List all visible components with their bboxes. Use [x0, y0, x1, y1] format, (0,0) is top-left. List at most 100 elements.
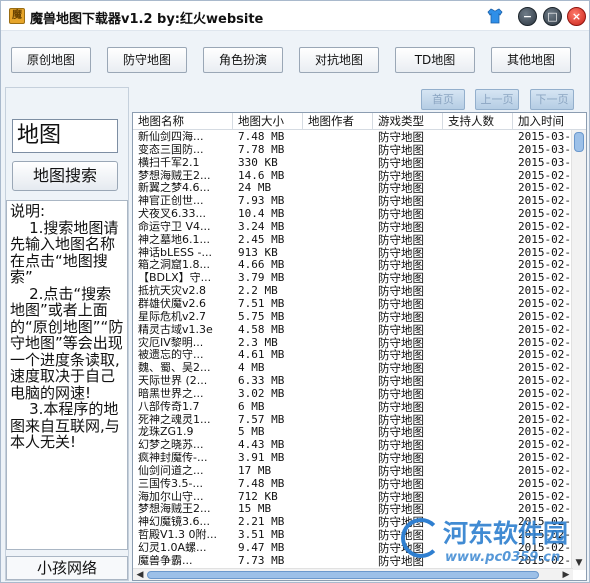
table-row[interactable]: 疯神封魔传-... 3.91 MB 防守地图 2015-02-2: [133, 452, 578, 465]
map-list[interactable]: 地图名称 地图大小 地图作者 游戏类型 支持人数 加入时间 新仙剑四海... 7.…: [132, 112, 587, 581]
cell-players: [443, 221, 513, 234]
table-row[interactable]: 幻梦之晓苏... 4.43 MB 防守地图 2015-02-2: [133, 439, 578, 452]
td-maps-button[interactable]: TD地图: [395, 47, 475, 73]
table-row[interactable]: 魏、蜀、吴2... 4 MB 防守地图 2015-02-2: [133, 362, 578, 375]
cell-map-size: 15 MB: [238, 503, 272, 516]
cell-map-name: 群雄伏魔v2.6: [138, 297, 207, 310]
table-row[interactable]: 仙剑问道之... 17 MB 防守地图 2015-02-2: [133, 464, 578, 478]
table-row[interactable]: 精灵古域v1.3e 4.58 MB 防守地图 2015-02-2: [133, 324, 578, 337]
cell-date-added: 2015-02-2: [518, 246, 578, 259]
table-row[interactable]: 龙珠ZG1.9 5 MB 防守地图 2015-02-2: [133, 426, 578, 439]
table-row[interactable]: 神官正创世... 7.93 MB 防守地图 2015-02-2: [133, 195, 578, 209]
cell-game-type: 防守地图: [378, 285, 424, 298]
original-maps-button[interactable]: 原创地图: [11, 47, 91, 73]
cell-map-size: 3.79 MB: [238, 272, 285, 285]
scroll-left-icon[interactable]: ◀: [135, 570, 145, 580]
cell-players: [443, 324, 513, 337]
table-row[interactable]: 横扫千军2.1 330 KB 防守地图 2015-03-0: [133, 157, 578, 170]
table-row[interactable]: 梦想海贼王2... 14.6 MB 防守地图 2015-02-2: [133, 170, 578, 183]
cell-map-author: [303, 247, 373, 260]
cell-map-size: 4.66 MB: [238, 259, 285, 272]
cell-map-author: [303, 311, 373, 324]
other-maps-button[interactable]: 其他地图: [491, 47, 571, 73]
app-icon: 魔: [9, 8, 25, 24]
maximize-icon[interactable]: □: [543, 7, 562, 26]
table-row[interactable]: 群雄伏魔v2.6 7.51 MB 防守地图 2015-02-2: [133, 297, 578, 311]
close-icon[interactable]: ×: [567, 7, 586, 26]
cell-map-author: [303, 465, 373, 478]
left-panel: 地图 地图搜索 说明: 1.搜索地图请先输入地图名称在点击“地图搜索” 2.点击…: [5, 87, 129, 581]
table-row[interactable]: 【BDLX】守... 3.79 MB 防守地图 2015-02-2: [133, 272, 578, 286]
vertical-scrollbar[interactable]: ▼: [571, 130, 586, 570]
column-header-players[interactable]: 支持人数: [443, 113, 513, 130]
cell-map-author: [303, 426, 373, 439]
search-input[interactable]: 地图: [12, 119, 118, 153]
column-header-name[interactable]: 地图名称: [133, 113, 233, 130]
table-row[interactable]: 星际危机v2.7 5.75 MB 防守地图 2015-02-2: [133, 310, 578, 324]
cell-map-size: 4.61 MB: [238, 349, 285, 362]
map-search-button[interactable]: 地图搜索: [12, 161, 118, 191]
cell-date-added: 2015-02-2: [518, 182, 578, 195]
cell-players: [443, 401, 513, 414]
cell-map-size: 7.51 MB: [238, 297, 285, 310]
table-row[interactable]: 新翼之梦4.6... 24 MB 防守地图 2015-02-2: [133, 182, 578, 195]
table-row[interactable]: 被遗忘的守... 4.61 MB 防守地图 2015-02-2: [133, 349, 578, 362]
table-row[interactable]: 犬夜叉6.33... 10.4 MB 防守地图 2015-02-2: [133, 208, 578, 221]
cell-game-type: 防守地图: [378, 195, 424, 209]
title-bar[interactable]: 魔 魔兽地图下载器v1.2 by:红火website − □ ×: [1, 1, 589, 31]
cell-players: [443, 195, 513, 208]
cell-map-size: 6 MB: [238, 400, 265, 413]
cell-map-author: [303, 491, 373, 504]
cell-map-size: 9.47 MB: [238, 542, 285, 554]
table-row[interactable]: 神话bLESS -... 913 KB 防守地图 2015-02-2: [133, 246, 578, 260]
cell-map-name: 箱之洞窟1.8...: [138, 259, 210, 272]
cell-map-size: 3.24 MB: [238, 220, 285, 233]
table-row[interactable]: 命运守卫 V4... 3.24 MB 防守地图 2015-02-2: [133, 220, 578, 234]
table-row[interactable]: 海加尔山守... 712 KB 防守地图 2015-02-2: [133, 491, 578, 504]
cell-map-author: [303, 349, 373, 362]
cell-map-author: [303, 478, 373, 491]
table-row[interactable]: 八部传奇1.7 6 MB 防守地图 2015-02-2: [133, 400, 578, 414]
table-row[interactable]: 变态三国防... 7.78 MB 防守地图 2015-03-0: [133, 144, 578, 157]
table-row[interactable]: 新仙剑四海... 7.48 MB 防守地图 2015-03-0: [133, 131, 578, 144]
table-row[interactable]: 死神之魂灵1... 7.57 MB 防守地图 2015-02-2: [133, 414, 578, 427]
table-row[interactable]: 灾厄IV黎明... 2.3 MB 防守地图 2015-02-2: [133, 337, 578, 350]
rpg-maps-button[interactable]: 角色扮演: [203, 47, 283, 73]
skin-icon[interactable]: [486, 7, 504, 25]
cell-map-size: 5 MB: [238, 426, 265, 439]
cell-map-name: 仙剑问道之...: [138, 464, 204, 477]
cell-map-size: 7.48 MB: [238, 477, 285, 490]
cell-date-added: 2015-02-2: [518, 477, 578, 490]
column-header-author[interactable]: 地图作者: [303, 113, 373, 130]
versus-maps-button[interactable]: 对抗地图: [299, 47, 379, 73]
cell-map-author: [303, 234, 373, 247]
cell-players: [443, 298, 513, 311]
table-row[interactable]: 箱之洞窟1.8... 4.66 MB 防守地图 2015-02-2: [133, 259, 578, 272]
table-row[interactable]: 抵抗天灾v2.8 2.2 MB 防守地图 2015-02-2: [133, 285, 578, 298]
cell-map-name: 神话bLESS -...: [138, 246, 212, 259]
minimize-icon[interactable]: −: [518, 7, 537, 26]
watermark-logo-icon: [401, 518, 441, 558]
next-page-button[interactable]: 下一页: [530, 89, 574, 110]
cell-map-name: 新翼之梦4.6...: [138, 182, 210, 195]
cell-game-type: 防守地图: [378, 272, 424, 286]
table-row[interactable]: 三国传3.5-... 7.48 MB 防守地图 2015-02-2: [133, 477, 578, 491]
app-window: 魔 魔兽地图下载器v1.2 by:红火website − □ × 原创地图 防守…: [0, 0, 590, 583]
vertical-scroll-thumb[interactable]: [574, 132, 584, 152]
table-row[interactable]: 暗黑世界之... 3.02 MB 防守地图 2015-02-2: [133, 388, 578, 401]
table-row[interactable]: 神之墓地6.1... 2.45 MB 防守地图 2015-02-2: [133, 234, 578, 247]
prev-page-button[interactable]: 上一页: [475, 89, 519, 110]
cell-map-name: 神官正创世...: [138, 195, 204, 208]
column-header-size[interactable]: 地图大小: [233, 113, 303, 130]
cell-map-size: 17 MB: [238, 464, 272, 477]
cell-date-added: 2015-02-2: [518, 490, 578, 503]
first-page-button[interactable]: 首页: [421, 89, 465, 110]
cell-map-name: 哲殿V1.3 0附...: [138, 529, 218, 542]
cell-map-size: 3.51 MB: [238, 529, 285, 542]
column-header-type[interactable]: 游戏类型: [373, 113, 443, 130]
cell-map-name: 星际危机v2.7: [138, 310, 207, 323]
column-header-date[interactable]: 加入时间: [513, 113, 586, 130]
defense-maps-button[interactable]: 防守地图: [107, 47, 187, 73]
cell-map-name: 魔兽争霸...: [138, 554, 193, 567]
table-row[interactable]: 天际世界 (2... 6.33 MB 防守地图 2015-02-2: [133, 375, 578, 388]
